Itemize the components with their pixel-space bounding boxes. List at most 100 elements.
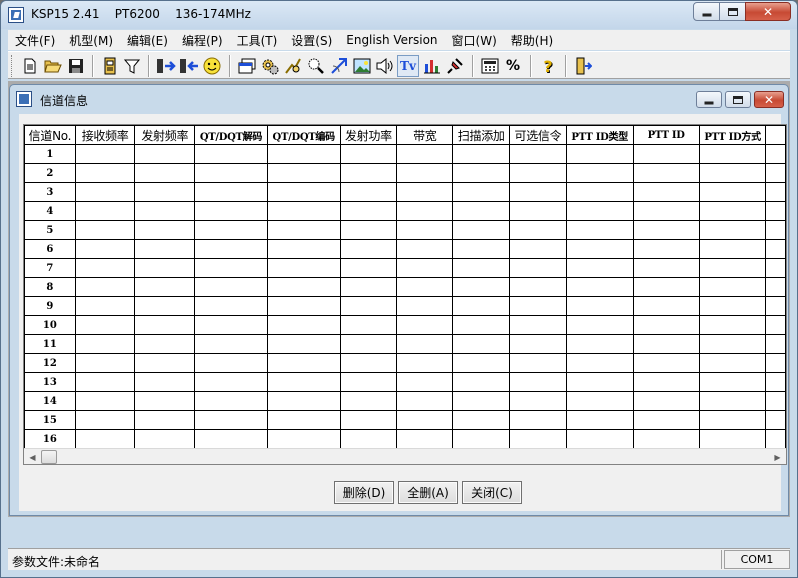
table-cell[interactable]: [134, 277, 196, 297]
write-radio-button[interactable]: [178, 55, 200, 77]
table-cell[interactable]: [765, 315, 786, 335]
table-cell[interactable]: [698, 144, 767, 164]
table-cell[interactable]: [565, 201, 634, 221]
table-cell[interactable]: [632, 182, 700, 202]
table-cell[interactable]: [452, 144, 511, 164]
table-cell[interactable]: [396, 353, 454, 373]
table-cell[interactable]: [765, 334, 786, 354]
row-number-cell[interactable]: 10: [24, 315, 76, 335]
table-cell[interactable]: [74, 429, 136, 449]
table-cell[interactable]: [509, 429, 567, 449]
table-cell[interactable]: [194, 315, 268, 335]
table-cell[interactable]: [765, 163, 786, 183]
table-cell[interactable]: [509, 372, 567, 392]
table-cell[interactable]: [134, 429, 196, 449]
scroll-left-arrow-icon[interactable]: ◀: [24, 449, 41, 464]
read-radio-button[interactable]: [155, 55, 177, 77]
table-cell[interactable]: [509, 410, 567, 430]
table-cell[interactable]: [339, 391, 398, 411]
table-cell[interactable]: [698, 277, 767, 297]
table-cell[interactable]: [74, 391, 136, 411]
table-cell[interactable]: [452, 315, 511, 335]
table-cell[interactable]: [698, 296, 767, 316]
table-cell[interactable]: [632, 296, 700, 316]
table-cell[interactable]: [765, 144, 786, 164]
table-cell[interactable]: [509, 315, 567, 335]
table-cell[interactable]: [698, 429, 767, 449]
table-cell[interactable]: [698, 201, 767, 221]
table-cell[interactable]: [396, 372, 454, 392]
title-bar[interactable]: KSP15 2.41 PT6200 136-174MHz ✕: [1, 1, 797, 29]
table-cell[interactable]: [396, 391, 454, 411]
table-cell[interactable]: [134, 353, 196, 373]
table-cell[interactable]: [698, 239, 767, 259]
table-cell[interactable]: [632, 201, 700, 221]
table-cell[interactable]: [266, 391, 341, 411]
table-cell[interactable]: [74, 296, 136, 316]
table-cell[interactable]: [632, 163, 700, 183]
row-number-cell[interactable]: 4: [24, 201, 76, 221]
table-cell[interactable]: [565, 239, 634, 259]
table-cell[interactable]: [134, 410, 196, 430]
table-cell[interactable]: [452, 334, 511, 354]
row-number-cell[interactable]: 2: [24, 163, 76, 183]
table-cell[interactable]: [134, 144, 196, 164]
table-cell[interactable]: [194, 391, 268, 411]
row-number-cell[interactable]: 11: [24, 334, 76, 354]
delete-all-button[interactable]: 全删(A): [398, 481, 458, 504]
row-number-cell[interactable]: 8: [24, 277, 76, 297]
table-cell[interactable]: [74, 372, 136, 392]
table-cell[interactable]: [396, 182, 454, 202]
table-cell[interactable]: [396, 201, 454, 221]
toolbar-grip[interactable]: [11, 55, 14, 77]
channel-info-button[interactable]: [99, 55, 121, 77]
scroll-thumb[interactable]: [41, 450, 57, 464]
calculator-button[interactable]: [479, 55, 501, 77]
table-cell[interactable]: [339, 144, 398, 164]
table-cell[interactable]: [266, 239, 341, 259]
table-cell[interactable]: [266, 277, 341, 297]
table-cell[interactable]: [452, 258, 511, 278]
table-cell[interactable]: [134, 391, 196, 411]
child-title-bar[interactable]: 信道信息 ✕: [10, 85, 788, 113]
table-cell[interactable]: [134, 296, 196, 316]
table-cell[interactable]: [452, 410, 511, 430]
table-cell[interactable]: [632, 220, 700, 240]
child-minimize-button[interactable]: [696, 91, 722, 108]
pin-button[interactable]: [444, 55, 466, 77]
table-cell[interactable]: [632, 258, 700, 278]
table-cell[interactable]: [134, 334, 196, 354]
table-cell[interactable]: [339, 410, 398, 430]
table-cell[interactable]: [565, 353, 634, 373]
table-cell[interactable]: [565, 334, 634, 354]
table-cell[interactable]: [339, 429, 398, 449]
column-header[interactable]: QT/DQT解码: [194, 125, 268, 145]
table-cell[interactable]: [765, 220, 786, 240]
maximize-button[interactable]: [719, 2, 746, 21]
table-cell[interactable]: [194, 429, 268, 449]
table-cell[interactable]: [74, 163, 136, 183]
column-header[interactable]: PTT ID: [632, 125, 700, 145]
table-cell[interactable]: [134, 163, 196, 183]
menu-english-version[interactable]: English Version: [339, 33, 444, 47]
column-header[interactable]: 发射功率: [339, 125, 398, 145]
search-button[interactable]: [305, 55, 327, 77]
table-cell[interactable]: [266, 429, 341, 449]
table-cell[interactable]: [509, 201, 567, 221]
table-cell[interactable]: [396, 258, 454, 278]
table-cell[interactable]: [452, 201, 511, 221]
table-cell[interactable]: [509, 258, 567, 278]
table-cell[interactable]: [632, 239, 700, 259]
table-cell[interactable]: [509, 353, 567, 373]
table-cell[interactable]: [74, 315, 136, 335]
table-cell[interactable]: [74, 410, 136, 430]
table-cell[interactable]: [339, 315, 398, 335]
table-cell[interactable]: [134, 182, 196, 202]
table-cell[interactable]: [698, 334, 767, 354]
table-cell[interactable]: [266, 182, 341, 202]
table-cell[interactable]: [765, 296, 786, 316]
table-cell[interactable]: [339, 353, 398, 373]
gears-button[interactable]: [259, 55, 281, 77]
table-cell[interactable]: [134, 258, 196, 278]
table-cell[interactable]: [266, 220, 341, 240]
